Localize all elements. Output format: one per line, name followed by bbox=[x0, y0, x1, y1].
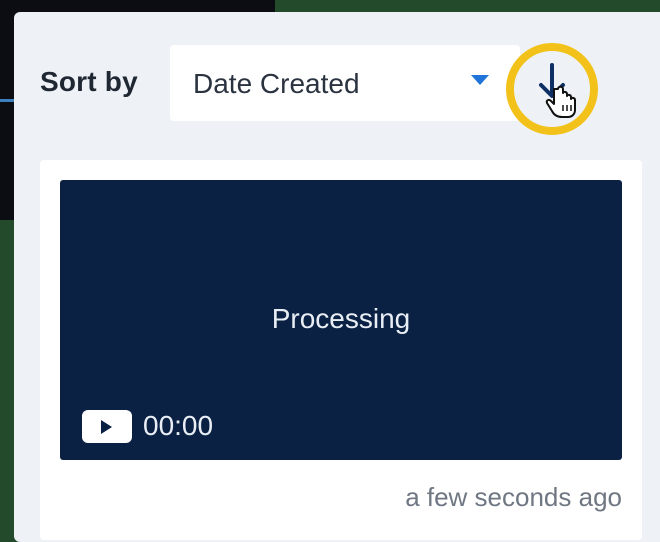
caret-down-icon bbox=[471, 75, 489, 85]
sort-by-selected-value: Date Created bbox=[193, 68, 360, 99]
created-timestamp: a few seconds ago bbox=[405, 482, 622, 512]
sort-direction-button[interactable] bbox=[506, 43, 598, 135]
video-play-icon bbox=[82, 410, 132, 443]
sort-descending-arrow-icon bbox=[539, 63, 576, 118]
sort-by-label: Sort by bbox=[40, 66, 138, 97]
video-duration: 00:00 bbox=[143, 410, 214, 441]
sort-by-dropdown[interactable]: Date Created bbox=[170, 45, 520, 121]
processing-status: Processing bbox=[271, 303, 411, 334]
video-thumbnail[interactable]: Processing 00:00 bbox=[60, 180, 622, 460]
